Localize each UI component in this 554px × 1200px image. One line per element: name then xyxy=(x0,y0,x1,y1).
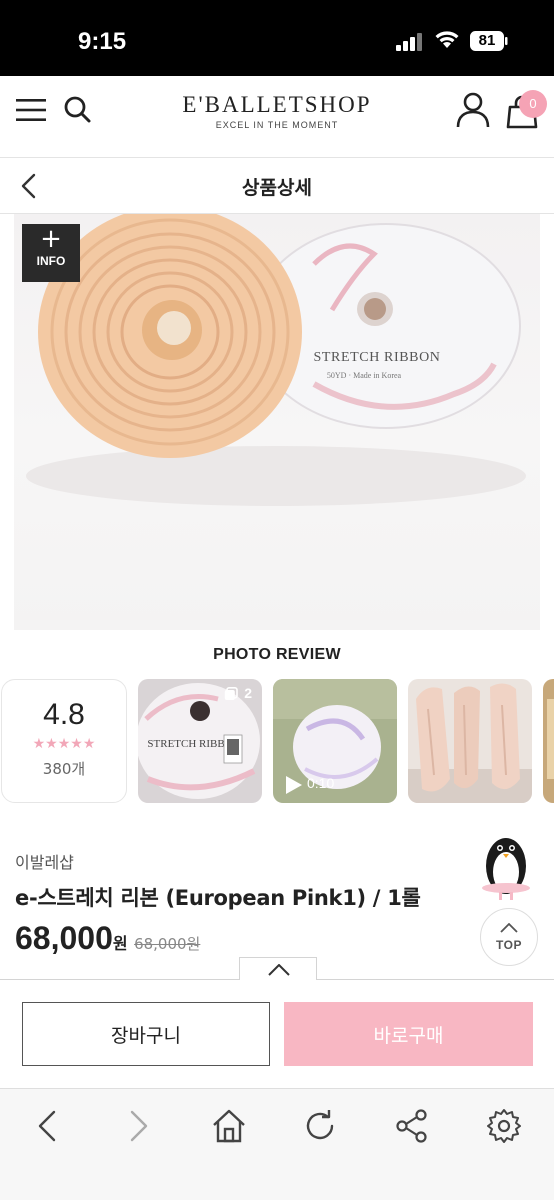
spool-sublabel: 50YD · Made in Korea xyxy=(327,371,402,380)
play-icon xyxy=(286,776,302,794)
plus-icon: + xyxy=(40,224,62,254)
info-button[interactable]: + INFO xyxy=(22,224,80,282)
status-time: 9:15 xyxy=(78,28,127,55)
cart-count-badge: 0 xyxy=(519,90,547,118)
user-icon[interactable] xyxy=(456,92,490,128)
chevron-up-icon xyxy=(268,964,290,976)
brand-name[interactable]: 이발레샵 xyxy=(15,849,74,873)
site-header: E'BALLETSHOP EXCEL IN THE MOMENT 0 xyxy=(0,76,554,158)
browser-forward-icon[interactable] xyxy=(120,1108,156,1144)
review-thumbnail[interactable]: STRETCH RIBBON 2 xyxy=(138,679,262,803)
info-label: INFO xyxy=(36,254,66,268)
price-row: 68,000원 68,000원 xyxy=(15,920,200,957)
cellular-signal-icon xyxy=(396,33,422,51)
add-to-cart-button[interactable]: 장바구니 xyxy=(22,1002,270,1066)
review-count: 380개 xyxy=(42,760,86,778)
product-main-image[interactable]: STRETCH RIBBON 50YD · Made in Korea xyxy=(14,214,540,630)
price-unit: 원 xyxy=(112,934,128,953)
browser-back-icon[interactable] xyxy=(30,1108,66,1144)
photo-count: 2 xyxy=(244,685,252,701)
battery-level: 81 xyxy=(478,32,496,49)
browser-toolbar xyxy=(0,1088,554,1200)
sale-price: 68,000 xyxy=(15,920,113,956)
review-thumbnail[interactable] xyxy=(408,679,532,803)
chevron-up-icon xyxy=(500,922,518,933)
photo-review-title: PHOTO REVIEW xyxy=(213,646,341,663)
video-duration: 0:10 xyxy=(307,775,335,791)
rating-score: 4.8 xyxy=(43,698,85,731)
status-bar: 9:15 81 xyxy=(0,0,554,76)
penguin-mascot-icon[interactable] xyxy=(478,826,534,902)
review-photo xyxy=(543,679,554,803)
original-price: 68,000원 xyxy=(134,935,201,953)
top-label: TOP xyxy=(496,938,522,952)
spool-label: STRETCH RIBBON xyxy=(313,350,440,365)
home-icon[interactable] xyxy=(211,1108,247,1144)
review-thumbnail[interactable]: 0:10 xyxy=(273,679,397,803)
page-subheader: 상품상세 xyxy=(0,158,554,214)
share-icon[interactable] xyxy=(394,1108,430,1144)
scroll-top-button[interactable]: TOP xyxy=(480,908,538,966)
buy-now-button[interactable]: 바로구매 xyxy=(284,1002,533,1066)
wifi-icon xyxy=(435,31,459,48)
settings-gear-icon[interactable] xyxy=(486,1108,522,1144)
panel-toggle[interactable] xyxy=(239,957,317,980)
refresh-icon[interactable] xyxy=(302,1108,338,1144)
multi-photo-icon xyxy=(224,687,238,700)
rating-stars: ★★★★★ xyxy=(32,736,96,752)
ribbon-spools-illustration: STRETCH RIBBON 50YD · Made in Korea xyxy=(26,214,526,506)
page-title: 상품상세 xyxy=(242,177,312,199)
rating-summary-card[interactable]: 4.8 ★★★★★ 380개 xyxy=(1,679,127,803)
product-name: e-스트레치 리본 (European Pink1) / 1롤 xyxy=(15,886,421,910)
review-thumbnail[interactable] xyxy=(543,679,554,803)
review-photo xyxy=(408,679,532,803)
